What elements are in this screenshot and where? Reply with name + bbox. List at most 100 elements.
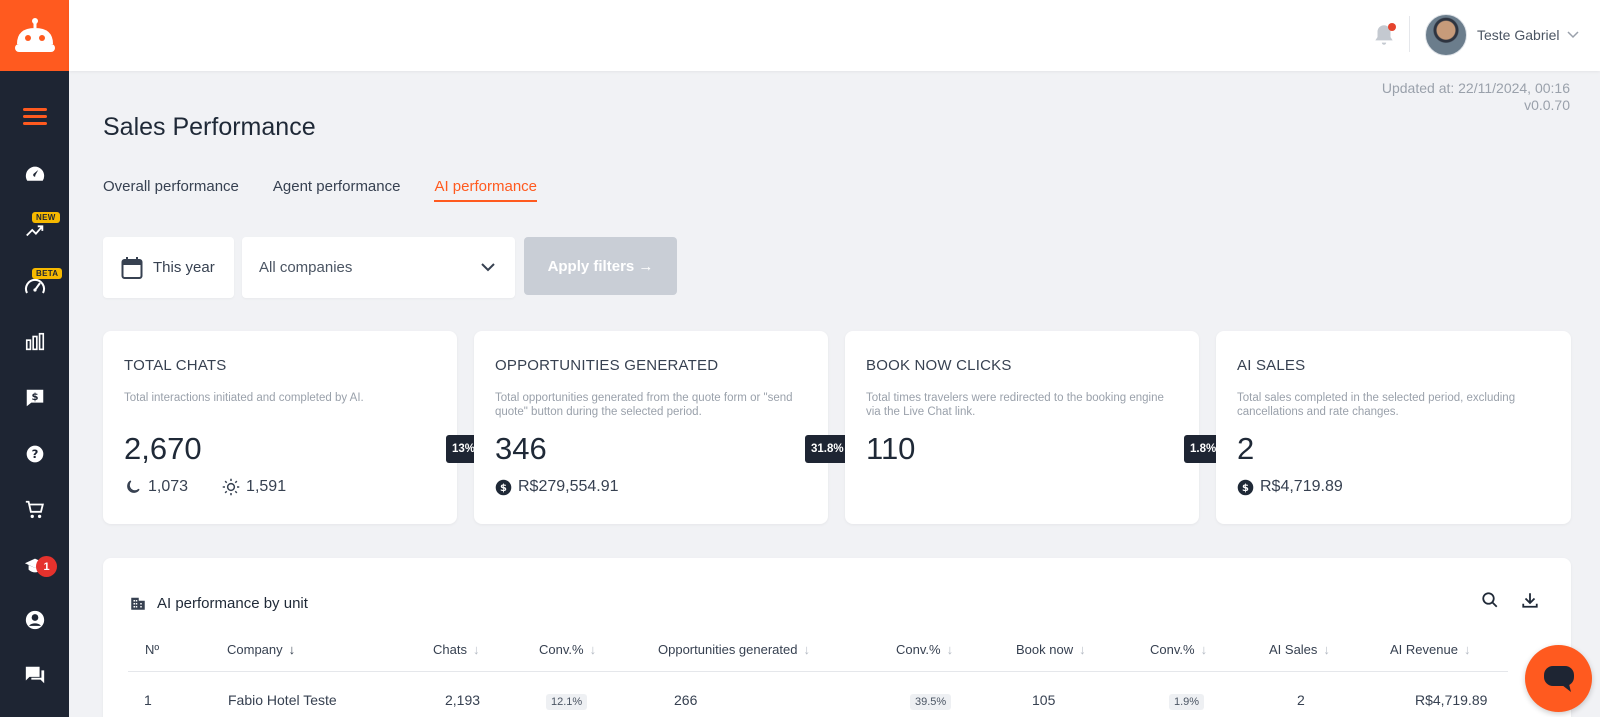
sidebar-item-dashboard[interactable] (0, 154, 69, 194)
sort-arrow-icon: ↓ (1323, 642, 1330, 657)
card-description: Total opportunities generated from the q… (495, 392, 793, 418)
app-logo[interactable] (0, 0, 69, 71)
sidebar-item-chats[interactable] (0, 655, 69, 695)
app-version: v0.0.70 (1524, 97, 1570, 113)
night-chats-value: 1,073 (148, 478, 189, 495)
table-header: AI performance by unit (129, 594, 308, 612)
amount-group: $ R$279,554.91 (495, 478, 619, 496)
sidebar-item-account[interactable] (0, 600, 69, 640)
help-circle-icon: ? (26, 445, 43, 463)
svg-text:$: $ (1242, 483, 1249, 494)
sort-arrow-icon: ↓ (1463, 642, 1471, 657)
table-search-button[interactable] (1481, 591, 1499, 614)
sidebar-item-trends[interactable]: NEW (0, 210, 69, 250)
card-description: Total times travelers were redirected to… (866, 392, 1164, 418)
date-range-filter[interactable]: This year (103, 237, 234, 298)
column-chats[interactable]: Chats ↓ (433, 642, 479, 657)
money-chat-icon: $ (26, 389, 43, 407)
sun-icon (222, 478, 240, 496)
kpi-card-opportunities: OPPORTUNITIES GENERATED Total opportunit… (474, 331, 828, 524)
column-ai-sales[interactable]: AI Sales ↓ (1269, 642, 1330, 657)
table-column-headers: Nº Company ↓ Chats ↓ Conv.% ↓ Opportunities… (128, 632, 1508, 672)
user-menu[interactable]: Teste Gabriel (1425, 13, 1580, 57)
tabs: Overall performance Agent performance AI… (103, 178, 538, 202)
column-label: Chats (433, 642, 467, 657)
avatar (1425, 14, 1467, 56)
table-actions (1481, 591, 1539, 614)
column-book-now[interactable]: Book now ↓ (1016, 642, 1086, 657)
column-label: AI Sales (1269, 642, 1318, 657)
academy-count-badge: 1 (36, 556, 57, 577)
card-value: 2,670 (124, 431, 202, 466)
table-download-button[interactable] (1521, 591, 1539, 614)
sidebar-item-academy[interactable]: 1 (0, 546, 69, 586)
topbar-divider (1409, 16, 1410, 52)
sort-arrow-icon: ↓ (288, 642, 296, 657)
download-icon (1522, 593, 1538, 608)
card-value: 2 (1237, 431, 1255, 466)
column-conv-chats[interactable]: Conv.% ↓ (539, 642, 596, 657)
night-chats: 1,073 (124, 478, 188, 496)
day-chats: 1,591 (222, 478, 286, 496)
column-label: Conv.% (896, 642, 941, 657)
cell-ai-revenue: R$4,719.89 (1415, 692, 1488, 708)
sidebar-item-help[interactable]: ? (0, 434, 69, 474)
notification-dot (1388, 23, 1396, 31)
user-circle-icon (25, 610, 44, 630)
user-name: Teste Gabriel (1477, 27, 1560, 43)
amount-group: $ R$4,719.89 (1237, 478, 1343, 496)
top-bar: Teste Gabriel (69, 0, 1600, 71)
sidebar-item-ai-performance[interactable]: BETA (0, 266, 69, 306)
table-title: AI performance by unit (157, 594, 308, 612)
menu-toggle-button[interactable] (0, 96, 69, 136)
notifications-button[interactable] (1371, 22, 1397, 48)
apply-filters-button[interactable]: Apply filters → (524, 237, 677, 295)
cell-conv-book-now: 1.9% (1169, 694, 1205, 710)
sort-arrow-icon: ↓ (472, 642, 480, 657)
company-select-value: All companies (259, 259, 353, 276)
cell-chats: 2,193 (445, 692, 481, 708)
card-description: Total interactions initiated and complet… (124, 392, 364, 404)
dollar-circle-icon: $ (1237, 479, 1254, 495)
sort-arrow-icon: ↓ (1079, 642, 1086, 657)
card-amount: $ R$4,719.89 (1237, 478, 1377, 496)
sort-arrow-icon: ↓ (803, 642, 810, 657)
cell-number: 1 (144, 692, 152, 708)
company-select[interactable]: All companies (242, 237, 515, 298)
column-ai-revenue[interactable]: AI Revenue ↓ (1390, 642, 1470, 657)
sidebar-item-store[interactable] (0, 490, 69, 530)
cart-icon (25, 500, 44, 519)
moon-icon (127, 480, 140, 493)
column-label: Conv.% (539, 642, 584, 657)
cell-conv-opportunities: 39.5% (910, 694, 952, 710)
column-label: Company (227, 642, 283, 657)
amount-value: R$279,554.91 (518, 478, 619, 495)
kpi-card-ai-sales: AI SALES Total sales completed in the se… (1216, 331, 1571, 524)
beta-badge: BETA (32, 268, 63, 279)
live-chat-button[interactable] (1525, 645, 1592, 712)
column-label: Nº (145, 642, 160, 657)
card-description: Total sales completed in the selected pe… (1237, 392, 1516, 418)
tab-overall-performance[interactable]: Overall performance (103, 178, 239, 202)
new-badge: NEW (32, 212, 60, 223)
column-company[interactable]: Company ↓ (227, 642, 295, 657)
column-label: AI Revenue (1390, 642, 1458, 657)
column-label: Opportunities generated (658, 642, 798, 657)
column-conv-book-now[interactable]: Conv.% ↓ (1150, 642, 1207, 657)
page-title: Sales Performance (103, 113, 316, 141)
update-info: Updated at: 22/11/2024, 00:16 v0.0.70 (1382, 80, 1570, 114)
card-amount: $ R$279,554.91 (495, 478, 653, 496)
search-icon (1482, 592, 1498, 608)
card-title: OPPORTUNITIES GENERATED (495, 357, 719, 374)
column-opportunities[interactable]: Opportunities generated ↓ (658, 642, 810, 657)
column-conv-opportunities[interactable]: Conv.% ↓ (896, 642, 953, 657)
sidebar-item-sales[interactable]: $ (0, 378, 69, 418)
calendar-icon (121, 256, 143, 279)
sort-arrow-icon: ↓ (1200, 642, 1208, 657)
tab-ai-performance[interactable]: AI performance (434, 178, 538, 202)
card-value: 110 (866, 431, 916, 466)
card-value: 346 (495, 431, 547, 466)
sidebar-item-reports[interactable] (0, 322, 69, 362)
tab-agent-performance[interactable]: Agent performance (273, 178, 401, 202)
column-number: Nº (145, 642, 159, 657)
